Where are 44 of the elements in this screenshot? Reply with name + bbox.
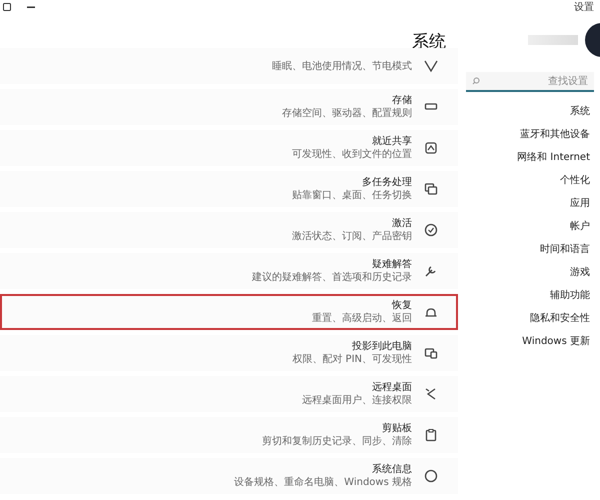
row-title: 系统信息 xyxy=(372,463,412,476)
window-title: 设置 xyxy=(574,0,594,14)
settings-row[interactable]: 多任务处理 贴靠窗口、桌面、任务切换 xyxy=(0,171,458,207)
row-title: 多任务处理 xyxy=(362,176,412,189)
nav-item[interactable]: 帐户 xyxy=(458,219,600,235)
nav-item[interactable]: 时间和语言 xyxy=(458,242,600,258)
nav-item[interactable]: 游戏 xyxy=(458,265,600,281)
settings-row[interactable]: 远程桌面 远程桌面用户、连接权限 xyxy=(0,376,458,412)
nav-item[interactable]: 系统 xyxy=(458,104,600,120)
row-description: 贴靠窗口、桌面、任务切换 xyxy=(292,189,412,202)
settings-row[interactable]: 激活 激活状态、订阅、产品密钥 xyxy=(0,212,458,248)
row-description: 剪切和复制历史记录、同步、清除 xyxy=(262,435,412,448)
settings-row[interactable]: 投影到此电脑 权限、配对 PIN、可发现性 xyxy=(0,335,458,371)
settings-row[interactable]: 剪贴板 剪切和复制历史记录、同步、清除 xyxy=(0,417,458,453)
settings-row[interactable]: 疑难解答 建议的疑难解答、首选项和历史记录 xyxy=(0,253,458,289)
nav-item[interactable]: 网络和 Internet xyxy=(458,150,600,166)
nav-item[interactable]: 辅助功能 xyxy=(458,288,600,304)
row-description: 建议的疑难解答、首选项和历史记录 xyxy=(252,271,412,284)
nav-item[interactable]: 应用 xyxy=(458,196,600,212)
nav-item[interactable]: 个性化 xyxy=(458,173,600,189)
row-title: 疑难解答 xyxy=(372,258,412,271)
row-description: 设备规格、重命名电脑、Windows 规格 xyxy=(234,476,412,489)
row-description: 权限、配对 PIN、可发现性 xyxy=(292,353,412,366)
row-title: 远程桌面 xyxy=(372,381,412,394)
row-title: 恢复 xyxy=(392,299,412,312)
nav-item[interactable]: Windows 更新 xyxy=(458,334,600,350)
nav-item[interactable]: 蓝牙和其他设备 xyxy=(458,127,600,143)
settings-row[interactable]: 睡眠、电池使用情况、节电模式 xyxy=(0,48,458,84)
row-title: 激活 xyxy=(392,217,412,230)
row-description: 激活状态、订阅、产品密钥 xyxy=(292,230,412,243)
row-description: 存储空间、驱动器、配置规则 xyxy=(282,107,412,120)
settings-row[interactable]: 存储 存储空间、驱动器、配置规则 xyxy=(0,89,458,125)
row-title: 就近共享 xyxy=(372,135,412,148)
settings-row[interactable]: 就近共享 可发现性、收到文件的位置 xyxy=(0,130,458,166)
settings-row[interactable]: 系统信息 设备规格、重命名电脑、Windows 规格 xyxy=(0,458,458,494)
row-description: 可发现性、收到文件的位置 xyxy=(292,148,412,161)
row-description: 睡眠、电池使用情况、节电模式 xyxy=(272,60,412,72)
row-description: 重置、高级启动、返回 xyxy=(312,312,412,325)
nav-item[interactable]: 隐私和安全性 xyxy=(458,311,600,327)
row-title: 存储 xyxy=(392,94,412,107)
row-description: 远程桌面用户、连接权限 xyxy=(302,394,412,407)
row-title: 剪贴板 xyxy=(382,422,412,435)
row-title: 投影到此电脑 xyxy=(352,340,412,353)
settings-row[interactable]: 恢复 重置、高级启动、返回 xyxy=(0,294,458,330)
